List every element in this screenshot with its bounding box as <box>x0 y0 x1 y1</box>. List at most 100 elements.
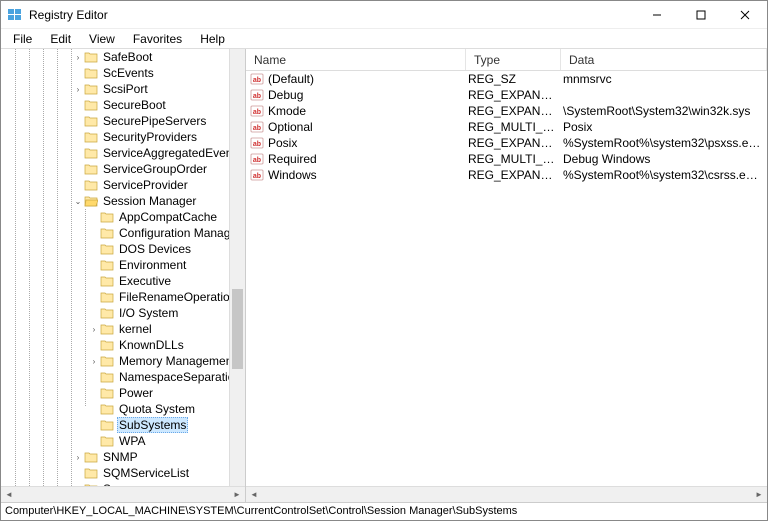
tree-item-label: Quota System <box>117 402 197 416</box>
window-title: Registry Editor <box>29 8 108 22</box>
tree-item[interactable]: KnownDLLs <box>3 337 229 353</box>
column-header-name[interactable]: Name <box>246 49 466 70</box>
string-value-icon: ab <box>250 104 264 118</box>
tree-item[interactable]: SecurityProviders <box>3 129 229 145</box>
tree-item[interactable]: ServiceProvider <box>3 177 229 193</box>
tree-item-label: SecurePipeServers <box>101 114 208 128</box>
list-row[interactable]: ab(Default)REG_SZmnmsrvc <box>246 71 767 87</box>
tree-scrollbar-horizontal[interactable]: ◄ ► <box>1 486 245 502</box>
column-header-type[interactable]: Type <box>466 49 561 70</box>
value-type: REG_EXPAND_SZ <box>468 168 563 182</box>
tree-item-label: KnownDLLs <box>117 338 186 352</box>
tree-item[interactable]: SubSystems <box>3 417 229 433</box>
folder-icon <box>84 179 98 191</box>
tree-item[interactable]: Power <box>3 385 229 401</box>
value-name: Kmode <box>268 104 468 118</box>
menu-edit[interactable]: Edit <box>42 30 79 48</box>
tree-item[interactable]: › Memory Management <box>3 353 229 369</box>
folder-icon <box>84 131 98 143</box>
scroll-left-icon[interactable]: ◄ <box>1 487 17 503</box>
tree-item[interactable]: DOS Devices <box>3 241 229 257</box>
chevron-right-icon[interactable]: › <box>89 325 99 334</box>
value-name: Required <box>268 152 468 166</box>
folder-icon <box>84 99 98 111</box>
tree-item[interactable]: Quota System <box>3 401 229 417</box>
svg-text:ab: ab <box>253 173 261 180</box>
list-row[interactable]: abPosixREG_EXPAND_SZ%SystemRoot%\system3… <box>246 135 767 151</box>
scroll-right-icon[interactable]: ► <box>229 487 245 503</box>
minimize-button[interactable] <box>635 1 679 29</box>
tree-item-label: I/O System <box>117 306 180 320</box>
list-row[interactable]: abWindowsREG_EXPAND_SZ%SystemRoot%\syste… <box>246 167 767 183</box>
tree-item[interactable]: › SafeBoot <box>3 49 229 65</box>
tree-item-label: ScsiPort <box>101 82 150 96</box>
title-bar: Registry Editor <box>1 1 767 29</box>
folder-icon <box>100 291 114 303</box>
list-row[interactable]: abOptionalREG_MULTI_SZPosix <box>246 119 767 135</box>
app-icon <box>7 7 23 23</box>
tree-item[interactable]: › ScsiPort <box>3 81 229 97</box>
menu-help[interactable]: Help <box>192 30 233 48</box>
menu-favorites[interactable]: Favorites <box>125 30 190 48</box>
tree-item[interactable]: ServiceGroupOrder <box>3 161 229 177</box>
list-header: Name Type Data <box>246 49 767 71</box>
chevron-right-icon[interactable]: › <box>73 53 83 62</box>
tree-item-label: kernel <box>117 322 154 336</box>
registry-tree[interactable]: ›SafeBootScEvents›ScsiPortSecureBootSecu… <box>1 49 229 486</box>
folder-icon <box>84 147 98 159</box>
list-row[interactable]: abRequiredREG_MULTI_SZDebug Windows <box>246 151 767 167</box>
tree-scrollbar-vertical[interactable] <box>229 49 245 486</box>
chevron-down-icon[interactable]: ⌄ <box>73 197 83 206</box>
scroll-left-icon[interactable]: ◄ <box>246 487 262 503</box>
tree-item-label: Session Manager <box>101 194 198 208</box>
tree-item[interactable]: SecureBoot <box>3 97 229 113</box>
tree-item[interactable]: › kernel <box>3 321 229 337</box>
tree-item-label: SafeBoot <box>101 50 154 64</box>
main-split: ›SafeBootScEvents›ScsiPortSecureBootSecu… <box>1 49 767 502</box>
tree-item-label: Memory Management <box>117 354 229 368</box>
maximize-button[interactable] <box>679 1 723 29</box>
tree-item[interactable]: Executive <box>3 273 229 289</box>
svg-text:ab: ab <box>253 77 261 84</box>
tree-item[interactable]: ScEvents <box>3 65 229 81</box>
tree-item[interactable]: NamespaceSeparation <box>3 369 229 385</box>
tree-item[interactable]: Environment <box>3 257 229 273</box>
folder-icon <box>100 387 114 399</box>
close-button[interactable] <box>723 1 767 29</box>
list-row[interactable]: abDebugREG_EXPAND_SZ <box>246 87 767 103</box>
chevron-right-icon[interactable]: › <box>89 357 99 366</box>
tree-item[interactable]: ›SNMP <box>3 449 229 465</box>
svg-text:ab: ab <box>253 109 261 116</box>
folder-icon <box>100 259 114 271</box>
menu-file[interactable]: File <box>5 30 40 48</box>
scroll-right-icon[interactable]: ► <box>751 487 767 503</box>
tree-item[interactable]: ⌄ Session Manager <box>3 193 229 209</box>
tree-item[interactable]: AppCompatCache <box>3 209 229 225</box>
value-type: REG_MULTI_SZ <box>468 152 563 166</box>
tree-item[interactable]: SQMServiceList <box>3 465 229 481</box>
chevron-right-icon[interactable]: › <box>73 453 83 462</box>
tree-item[interactable]: WPA <box>3 433 229 449</box>
value-data: \SystemRoot\System32\win32k.sys <box>563 104 767 118</box>
value-list[interactable]: ab(Default)REG_SZmnmsrvcabDebugREG_EXPAN… <box>246 71 767 502</box>
value-type: REG_EXPAND_SZ <box>468 136 563 150</box>
tree-scrollbar-thumb[interactable] <box>232 289 243 369</box>
tree-item[interactable]: I/O System <box>3 305 229 321</box>
folder-icon <box>84 115 98 127</box>
list-scrollbar-horizontal[interactable]: ◄ ► <box>246 486 767 502</box>
folder-icon <box>100 403 114 415</box>
value-name: Posix <box>268 136 468 150</box>
chevron-right-icon[interactable]: › <box>73 85 83 94</box>
column-header-data[interactable]: Data <box>561 49 767 70</box>
list-row[interactable]: abKmodeREG_EXPAND_SZ\SystemRoot\System32… <box>246 103 767 119</box>
folder-icon <box>100 435 114 447</box>
folder-icon <box>100 355 114 367</box>
tree-item[interactable]: Configuration Manage <box>3 225 229 241</box>
folder-icon <box>84 67 98 79</box>
tree-item[interactable]: SecurePipeServers <box>3 113 229 129</box>
svg-text:ab: ab <box>253 125 261 132</box>
tree-item[interactable]: FileRenameOperations <box>3 289 229 305</box>
menu-view[interactable]: View <box>81 30 123 48</box>
value-type: REG_EXPAND_SZ <box>468 88 563 102</box>
tree-item[interactable]: ServiceAggregatedEvents <box>3 145 229 161</box>
